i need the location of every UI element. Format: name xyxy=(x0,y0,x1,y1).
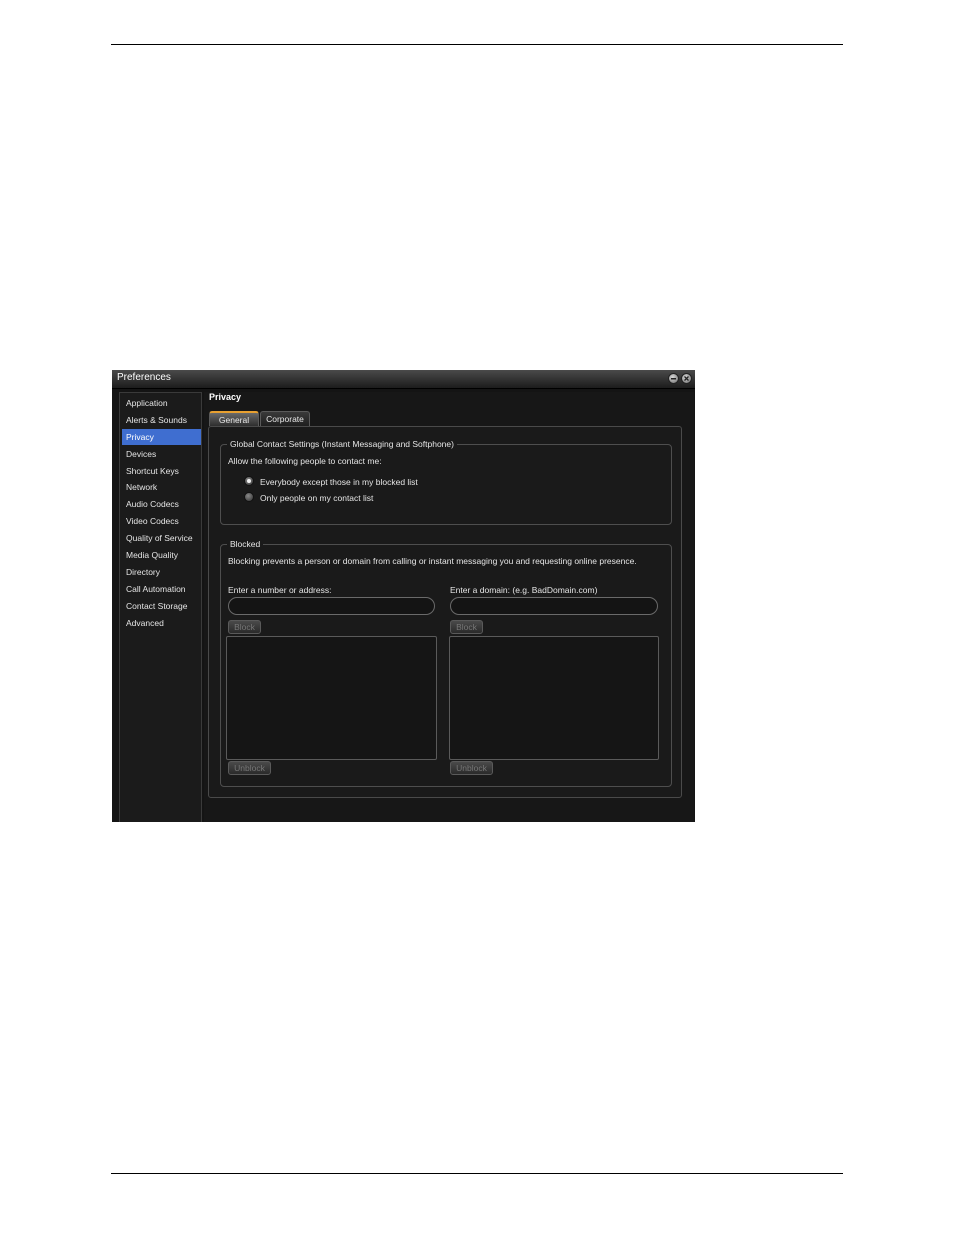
sidebar-item-quality-of-service[interactable]: Quality of Service xyxy=(122,530,201,546)
blocked-legend: Blocked xyxy=(227,539,264,550)
global-contact-settings-group: Global Contact Settings (Instant Messagi… xyxy=(220,439,672,525)
sidebar-item-shortcut-keys[interactable]: Shortcut Keys xyxy=(122,463,201,479)
blocked-description: Blocking prevents a person or domain fro… xyxy=(228,556,637,566)
radio-everybody-except-blocked[interactable] xyxy=(244,476,254,486)
global-contact-settings-legend: Global Contact Settings (Instant Messagi… xyxy=(227,439,457,450)
sidebar-item-audio-codecs[interactable]: Audio Codecs xyxy=(122,496,201,512)
address-input[interactable] xyxy=(228,597,435,615)
blocked-address-list[interactable] xyxy=(226,636,437,760)
tab-general[interactable]: General xyxy=(209,411,259,426)
window-title: Preferences xyxy=(117,372,171,383)
allow-contact-prompt: Allow the following people to contact me… xyxy=(228,456,382,466)
sidebar-item-alerts-sounds[interactable]: Alerts & Sounds xyxy=(122,412,201,428)
unblock-domain-button[interactable]: Unblock xyxy=(450,761,493,775)
window-titlebar[interactable]: Preferences xyxy=(112,370,695,389)
minimize-icon[interactable] xyxy=(668,373,679,384)
radio-only-contact-list-label[interactable]: Only people on my contact list xyxy=(260,493,373,503)
privacy-panel: Privacy General Corporate Global Contact… xyxy=(204,392,694,822)
address-field-label: Enter a number or address: xyxy=(228,585,332,595)
preferences-window: Preferences Application Alerts & Sounds … xyxy=(112,370,695,822)
domain-field-label: Enter a domain: (e.g. BadDomain.com) xyxy=(450,585,598,595)
sidebar-item-call-automation[interactable]: Call Automation xyxy=(122,581,201,597)
tab-corporate[interactable]: Corporate xyxy=(260,411,310,426)
page-title: Privacy xyxy=(209,392,242,402)
page-top-rule xyxy=(111,44,843,45)
block-address-button[interactable]: Block xyxy=(228,620,261,634)
general-tab-panel: Global Contact Settings (Instant Messagi… xyxy=(208,426,682,798)
sidebar-item-contact-storage[interactable]: Contact Storage xyxy=(122,598,201,614)
blocked-group: Blocked Blocking prevents a person or do… xyxy=(220,539,672,787)
sidebar-item-privacy[interactable]: Privacy xyxy=(122,429,201,445)
close-icon[interactable] xyxy=(681,373,692,384)
sidebar-item-video-codecs[interactable]: Video Codecs xyxy=(122,513,201,529)
sidebar-item-devices[interactable]: Devices xyxy=(122,446,201,462)
page-bottom-rule xyxy=(111,1173,843,1174)
sidebar-item-directory[interactable]: Directory xyxy=(122,564,201,580)
sidebar-item-media-quality[interactable]: Media Quality xyxy=(122,547,201,563)
blocked-domain-list[interactable] xyxy=(449,636,659,760)
block-domain-button[interactable]: Block xyxy=(450,620,483,634)
radio-everybody-except-blocked-label[interactable]: Everybody except those in my blocked lis… xyxy=(260,477,418,487)
preferences-sidebar: Application Alerts & Sounds Privacy Devi… xyxy=(119,392,202,822)
sidebar-item-advanced[interactable]: Advanced xyxy=(122,615,201,631)
sidebar-item-network[interactable]: Network xyxy=(122,479,201,495)
radio-only-contact-list[interactable] xyxy=(244,492,254,502)
sidebar-item-application[interactable]: Application xyxy=(122,395,201,411)
domain-input[interactable] xyxy=(450,597,658,615)
unblock-address-button[interactable]: Unblock xyxy=(228,761,271,775)
